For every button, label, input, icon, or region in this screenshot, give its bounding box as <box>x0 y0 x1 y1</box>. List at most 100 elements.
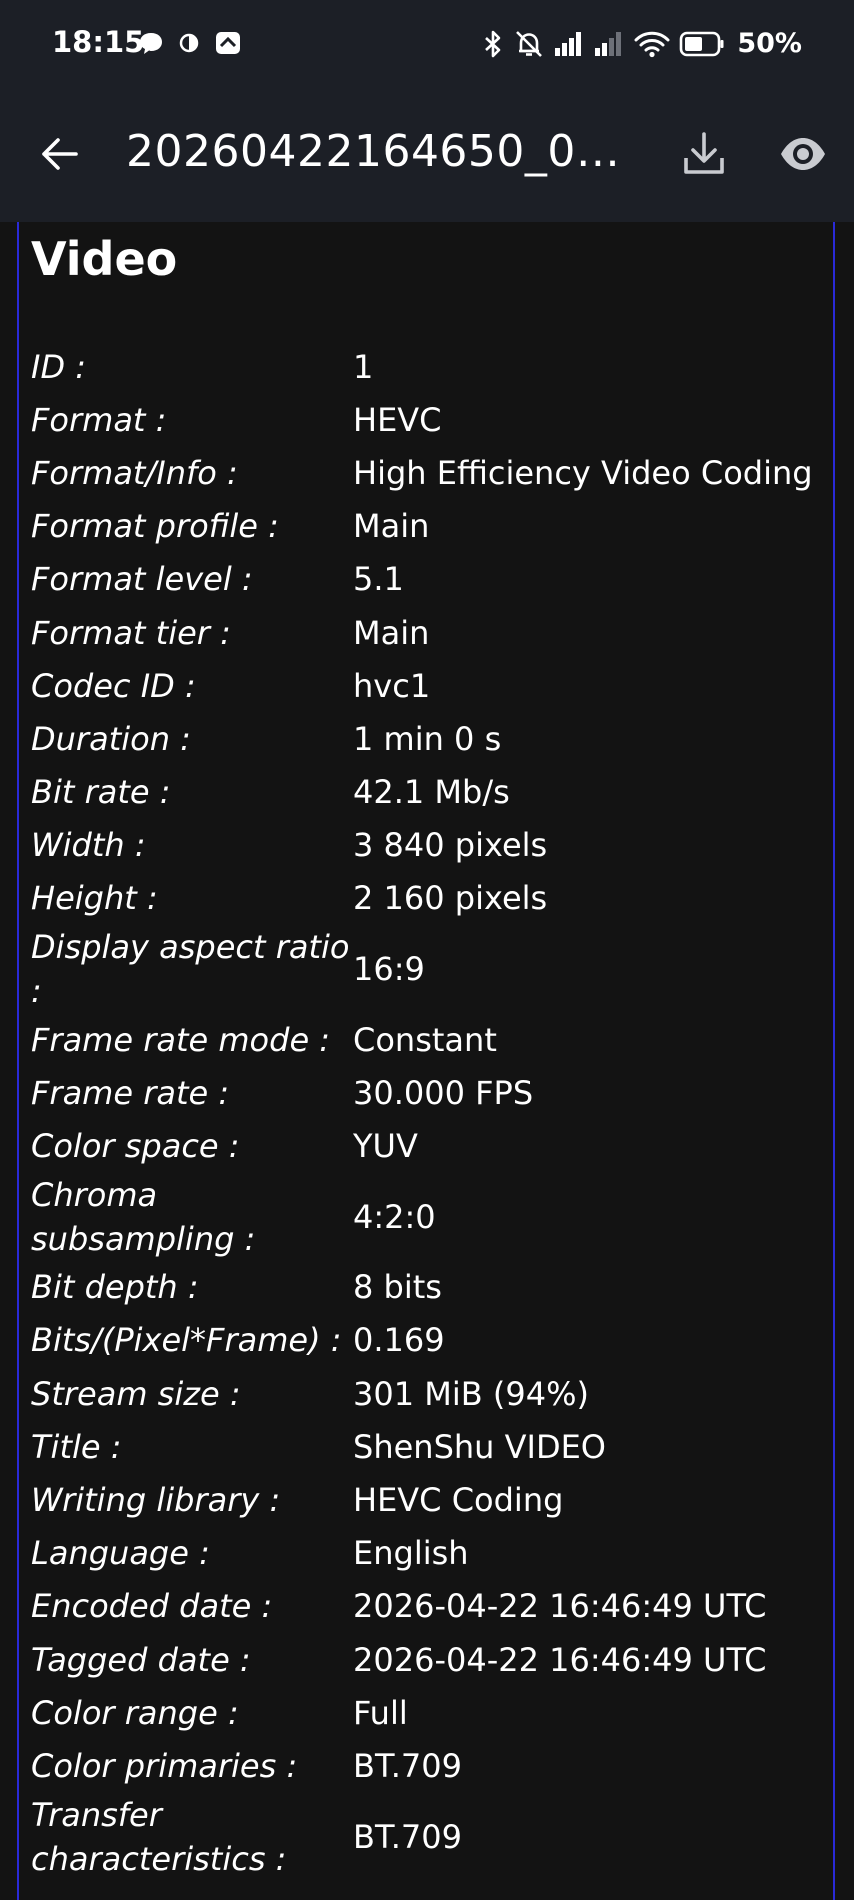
info-value: 301 MiB (94%) <box>353 1374 589 1413</box>
info-value: HEVC Coding <box>353 1480 564 1519</box>
info-row: Encoded date : 2026-04-22 16:46:49 UTC <box>31 1580 831 1633</box>
signal-weak-icon <box>595 31 622 56</box>
info-value: 0.169 <box>353 1321 445 1360</box>
info-row: Color range : Full <box>31 1686 831 1739</box>
info-label: Writing library : <box>31 1480 281 1519</box>
download-icon <box>684 132 724 174</box>
info-row: Frame rate : 30.000 FPS <box>31 1066 831 1119</box>
info-label: Duration : <box>31 719 191 758</box>
info-label: Color space : <box>31 1127 240 1166</box>
info-label: Language : <box>31 1534 210 1573</box>
info-row: Format tier : Main <box>31 606 831 659</box>
status-time: 18:15 <box>52 25 145 59</box>
info-row: Format : HEVC <box>31 393 831 446</box>
info-value: 2026-04-22 16:46:49 UTC <box>353 1587 767 1626</box>
info-row: Bit rate : 42.1 Mb/s <box>31 766 831 819</box>
info-label: Format/Info : <box>31 453 238 492</box>
info-value: 1 min 0 s <box>353 719 502 758</box>
info-row: Format profile : Main <box>31 500 831 553</box>
info-label: Color range : <box>31 1693 239 1732</box>
info-label: Height : <box>31 879 158 918</box>
bluetooth-icon <box>485 30 501 57</box>
battery-percent: 50% <box>737 28 802 59</box>
info-label: Tagged date : <box>31 1640 251 1679</box>
info-row: Title : ShenShu VIDEO <box>31 1420 831 1473</box>
info-label: Format level : <box>31 560 253 599</box>
info-value: 16:9 <box>353 950 425 989</box>
info-value: hvc1 <box>353 666 431 705</box>
info-row: Color primaries : BT.709 <box>31 1739 831 1792</box>
wifi-icon <box>634 31 670 57</box>
view-button[interactable] <box>778 132 828 176</box>
info-row: Format level : 5.1 <box>31 553 831 606</box>
info-value: 30.000 FPS <box>353 1073 534 1112</box>
info-label: Display aspect ratio : <box>31 928 350 1011</box>
info-value: High Efficiency Video Coding <box>353 453 813 492</box>
info-label: Bit depth : <box>31 1268 199 1307</box>
info-label: Stream size : <box>31 1374 241 1413</box>
info-label: Format tier : <box>31 613 231 652</box>
info-label: Format profile : <box>31 507 279 546</box>
info-label: Chroma subsampling : <box>31 1175 256 1258</box>
info-row: Stream size : 301 MiB (94%) <box>31 1367 831 1420</box>
info-row: Frame rate mode : Constant <box>31 1013 831 1066</box>
section-title: Video <box>31 232 178 286</box>
info-label: Frame rate : <box>31 1073 230 1112</box>
info-value: BT.709 <box>353 1746 462 1785</box>
info-row: Display aspect ratio :16:9 <box>31 925 831 1013</box>
app-icon <box>216 32 240 54</box>
info-label: Title : <box>31 1427 122 1466</box>
status-bar: 18:15 50% <box>0 0 854 88</box>
info-row: Color space : YUV <box>31 1119 831 1172</box>
info-label: Color primaries : <box>31 1746 298 1785</box>
info-label: Bit rate : <box>31 773 171 812</box>
system-icons: 50% <box>481 28 802 59</box>
info-label: Transfer characteristics : <box>31 1795 287 1878</box>
eye-icon <box>781 138 825 170</box>
info-label: ID : <box>31 347 87 386</box>
info-label: Format : <box>31 400 167 439</box>
info-value: English <box>353 1534 469 1573</box>
info-value: YUV <box>353 1127 418 1166</box>
info-value: 4:2:0 <box>353 1197 436 1236</box>
info-row: Bit depth : 8 bits <box>31 1261 831 1314</box>
info-value: 8 bits <box>353 1268 442 1307</box>
info-value: Main <box>353 507 430 546</box>
battery-icon <box>680 31 724 56</box>
info-value: BT.709 <box>353 1817 462 1856</box>
info-row: ID : 1 <box>31 340 831 393</box>
back-button[interactable] <box>36 130 84 178</box>
info-row: Chroma subsampling : 4:2:0 <box>31 1173 831 1261</box>
info-row: Writing library : HEVC Coding <box>31 1473 831 1526</box>
info-row: Width : 3 840 pixels <box>31 819 831 872</box>
info-value: 42.1 Mb/s <box>353 773 510 812</box>
info-row: Format/Info : High Efficiency Video Codin… <box>31 446 831 499</box>
info-label: Bits/(Pixel*Frame) : <box>31 1321 342 1360</box>
info-row: Language : English <box>31 1527 831 1580</box>
info-row: Height : 2 160 pixels <box>31 872 831 925</box>
media-info-panel: Video ID : 1 Format : HEVC Format/Info : Hi… <box>17 222 835 1900</box>
download-button[interactable] <box>680 128 728 180</box>
info-value: 3 840 pixels <box>353 826 548 865</box>
info-value: Constant <box>353 1020 497 1059</box>
info-label: Encoded date : <box>31 1587 273 1626</box>
info-label: Width : <box>31 826 146 865</box>
chat-bubble-icon <box>140 33 162 54</box>
notification-icons <box>138 30 242 56</box>
info-table: ID : 1 Format : HEVC Format/Info : High Eff… <box>31 340 831 1881</box>
info-row: Transfer characteristics : BT.709 <box>31 1793 831 1881</box>
bell-muted-icon <box>516 30 543 57</box>
info-value: ShenShu VIDEO <box>353 1427 606 1466</box>
info-row: Bits/(Pixel*Frame) : 0.169 <box>31 1314 831 1367</box>
half-circle-icon <box>179 33 199 53</box>
info-label: Codec ID : <box>31 666 196 705</box>
info-row: Tagged date : 2026-04-22 16:46:49 UTC <box>31 1633 831 1686</box>
signal-icon <box>555 31 582 56</box>
info-value: 2 160 pixels <box>353 879 548 918</box>
info-label: Frame rate mode : <box>31 1020 331 1059</box>
app-bar: 20260422164650_00... <box>0 88 854 222</box>
info-value: HEVC <box>353 400 442 439</box>
info-value: 1 <box>353 347 374 386</box>
arrow-back-icon <box>42 138 78 170</box>
info-row: Codec ID : hvc1 <box>31 659 831 712</box>
